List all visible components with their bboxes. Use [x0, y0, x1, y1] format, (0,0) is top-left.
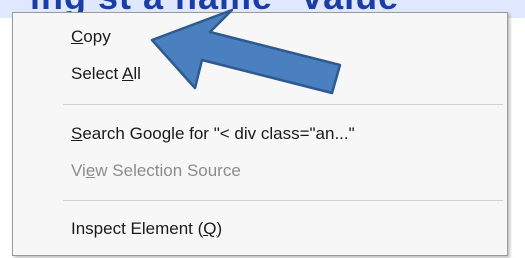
menu-item-inspect-element[interactable]: Inspect Element (Q)	[13, 213, 507, 245]
menu-item-view-selection-source-mnemonic: e	[85, 161, 96, 180]
menu-item-copy-label-post: opy	[83, 27, 111, 46]
menu-item-select-all-label-post: ll	[133, 64, 141, 83]
menu-item-search-google[interactable]: Search Google for "< div class="an..."	[13, 118, 507, 150]
menu-item-view-selection-source-label-post: w Selection Source	[95, 161, 241, 180]
menu-item-search-google-mnemonic: S	[71, 124, 83, 143]
menu-item-view-selection-source-label-pre: Vi	[71, 161, 86, 180]
menu-item-inspect-element-label-pre: Inspect Element (	[71, 219, 204, 238]
menu-item-copy[interactable]: Copy	[13, 21, 507, 53]
menu-item-view-selection-source: View Selection Source	[13, 155, 507, 187]
menu-separator	[63, 200, 503, 201]
context-menu: Copy Select All Search Google for "< div…	[12, 12, 508, 256]
menu-item-select-all-label-pre: Select	[71, 64, 123, 83]
menu-item-search-google-label-post: earch Google for "< div class="an..."	[82, 124, 355, 143]
menu-item-inspect-element-label-post: )	[216, 219, 223, 238]
menu-item-inspect-element-mnemonic: Q	[203, 219, 217, 238]
menu-separator	[63, 104, 503, 105]
menu-item-select-all-mnemonic: A	[122, 64, 134, 83]
menu-item-select-all[interactable]: Select All	[13, 58, 507, 90]
menu-item-copy-mnemonic: C	[71, 27, 84, 46]
